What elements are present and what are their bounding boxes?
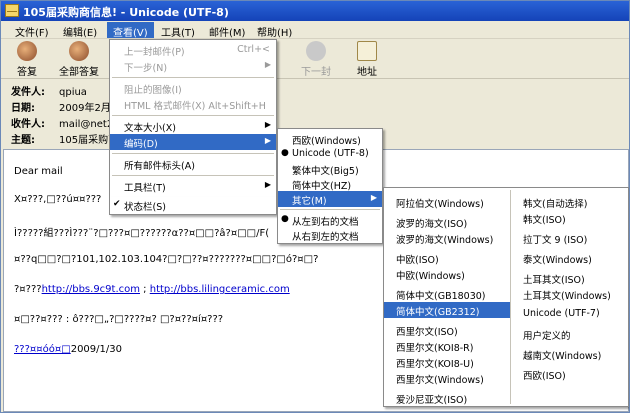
menu-file[interactable]: 文件(F) xyxy=(9,22,55,39)
title-bar: 105届采购商信息! - Unicode (UTF-8) xyxy=(1,1,629,21)
menu-item-encoding-option[interactable]: 中欧(Windows) xyxy=(384,266,510,282)
toolbar: 答复 全部答复 下一封 地址 xyxy=(1,39,629,79)
bullet-icon: ● xyxy=(281,214,289,224)
link-bbs-9c9t[interactable]: http://bbs.9c9t.com xyxy=(42,284,140,295)
reply-icon xyxy=(17,41,37,61)
menu-item-encoding-option[interactable]: 土耳其文(Windows) xyxy=(511,286,629,302)
signature-link[interactable]: ???¤¤óó¤□ xyxy=(14,344,71,355)
body-line: ¤??q□□?□?101,102.103.104?□?□??¤???????¤□… xyxy=(14,254,319,265)
menu-item-encoding-option[interactable]: 西里尔文(Windows) xyxy=(384,370,510,386)
menu-help[interactable]: 帮助(H) xyxy=(251,22,298,39)
submenu-arrow-icon: ▶ xyxy=(264,60,271,69)
menu-item-encoding-option[interactable]: 韩文(自动选择) xyxy=(511,194,629,210)
menu-separator xyxy=(112,175,274,176)
menu-item-unicode-utf8[interactable]: ● Unicode (UTF-8) xyxy=(278,146,382,162)
body-line: Χ¤???,□??ú¤¤??? xyxy=(14,194,102,205)
body-links-line: ?¤???http://bbs.9c9t.com ; http://bbs.li… xyxy=(14,284,290,295)
submenu-arrow-icon: ▶ xyxy=(264,136,271,145)
menu-tools[interactable]: 工具(T) xyxy=(155,22,201,39)
reply-all-label: 全部答复 xyxy=(59,67,99,78)
menu-item-encoding-option[interactable]: 拉丁文 9 (ISO) xyxy=(511,230,629,246)
menu-item-blocked-images[interactable]: 阻止的图像(I) xyxy=(110,80,276,96)
menu-item-other[interactable]: 其它(M) ▶ xyxy=(278,191,382,207)
next-button[interactable]: 下一封 xyxy=(301,41,331,78)
menu-item-encoding-option[interactable]: 波罗的海文(ISO) xyxy=(384,214,510,230)
address-book-icon xyxy=(357,41,377,61)
menu-item-text-size[interactable]: 文本大小(X) ▶ xyxy=(110,118,276,134)
menu-item-encoding-option[interactable]: 阿拉伯文(Windows) xyxy=(384,194,510,210)
menu-item-previous-mail[interactable]: 上一封邮件(P) Ctrl+< xyxy=(110,42,276,58)
submenu-arrow-icon: ▶ xyxy=(370,193,377,202)
to-row: 收件人: mail@net2 xyxy=(11,119,114,130)
menu-item-encoding-option[interactable]: 西里尔文(KOI8-U) xyxy=(384,354,510,370)
menu-item-encoding-option[interactable]: 西里尔文(ISO) xyxy=(384,322,510,338)
menu-item-encoding-option[interactable]: 西里尔文(KOI8-R) xyxy=(384,338,510,354)
link-bbs-lilingceramic[interactable]: http://bbs.lilingceramic.com xyxy=(150,284,290,295)
mail-window: 105届采购商信息! - Unicode (UTF-8) 文件(F) 编辑(E)… xyxy=(0,0,630,413)
menu-item-encoding-option[interactable]: 越南文(Windows) xyxy=(511,346,629,362)
reply-all-button[interactable]: 全部答复 xyxy=(59,41,99,78)
menu-mail[interactable]: 邮件(M) xyxy=(203,22,251,39)
body-line: ¤□??¤??? : ô???□„?□????¤? □?¤??¤í¤??? xyxy=(14,314,224,325)
menu-item-all-headers[interactable]: 所有邮件标头(A) xyxy=(110,156,276,172)
addresses-label: 地址 xyxy=(357,67,377,78)
next-arrow-icon xyxy=(306,41,326,61)
menu-item-encoding-option[interactable]: 泰文(Windows) xyxy=(511,250,629,266)
reply-button[interactable]: 答复 xyxy=(17,41,37,78)
menu-item-html-mail[interactable]: HTML 格式邮件(X) Alt+Shift+H xyxy=(110,96,276,112)
menu-edit[interactable]: 编辑(E) xyxy=(57,22,103,39)
menu-item-encoding-option[interactable]: 西欧(ISO) xyxy=(511,366,629,382)
menu-view[interactable]: 查看(V) xyxy=(107,22,154,39)
menu-item-encoding-option[interactable]: Unicode (UTF-7) xyxy=(511,306,629,322)
window-title: 105届采购商信息! - Unicode (UTF-8) xyxy=(23,6,229,19)
to-value: mail@net2 xyxy=(59,119,114,130)
menu-item-western-windows[interactable]: 西欧(Windows) xyxy=(278,131,382,147)
reply-label: 答复 xyxy=(17,67,37,78)
mail-envelope-icon xyxy=(5,4,19,17)
body-line: Dear mail xyxy=(14,166,63,177)
menu-item-ltr[interactable]: ● 从左到右的文档 xyxy=(278,212,382,228)
view-menu: 上一封邮件(P) Ctrl+< 下一步(N) ▶ 阻止的图像(I) HTML 格式邮… xyxy=(109,39,277,199)
menu-item-encoding-option[interactable]: 简体中文(GB2312) xyxy=(384,302,510,318)
addresses-button[interactable]: 地址 xyxy=(357,41,377,78)
menu-item-encoding-option[interactable]: 土耳其文(ISO) xyxy=(511,270,629,286)
menu-item-encoding-option[interactable]: 爱沙尼亚文(ISO) xyxy=(384,390,510,406)
next-label: 下一封 xyxy=(301,67,331,78)
menu-item-status-bar[interactable]: ✔ 状态栏(S) xyxy=(110,197,276,213)
menu-separator xyxy=(112,115,274,116)
menu-item-encoding-option[interactable]: 简体中文(GB18030) xyxy=(384,286,510,302)
menu-item-hz[interactable]: 简体中文(HZ) xyxy=(278,176,382,192)
menu-bar: 文件(F) 编辑(E) 查看(V) 工具(T) 邮件(M) 帮助(H) xyxy=(1,21,629,39)
date-row: 日期: 2009年2月2 xyxy=(11,103,118,114)
checkmark-icon: ✔ xyxy=(113,199,121,209)
menu-item-encoding-option[interactable]: 用户定义的 xyxy=(511,326,629,342)
other-encodings-menu: 阿拉伯文(Windows) 波罗的海文(ISO) 波罗的海文(Windows) 中欧(… xyxy=(383,187,629,407)
menu-item-encoding[interactable]: 编码(D) ▶ xyxy=(110,134,276,150)
from-value: qpiua xyxy=(59,87,87,98)
submenu-arrow-icon: ▶ xyxy=(264,180,271,189)
menu-item-encoding-option[interactable]: 韩文(ISO) xyxy=(511,210,629,226)
body-line: Ì?????組???Ì???¨?□???¤□??????α??¤□□?â?¤□□… xyxy=(14,228,270,239)
menu-item-encoding-option[interactable]: 波罗的海文(Windows) xyxy=(384,230,510,246)
subject-row: 主题: 105届采购商 xyxy=(11,135,119,146)
submenu-arrow-icon: ▶ xyxy=(264,120,271,129)
menu-separator xyxy=(112,77,274,78)
body-signature-line: ???¤¤óó¤□2009/1/30 xyxy=(14,344,122,355)
menu-item-rtl[interactable]: 从右到左的文档 xyxy=(278,227,382,243)
reply-all-icon xyxy=(69,41,89,61)
encoding-menu: 西欧(Windows) ● Unicode (UTF-8) 繁体中文(Big5) … xyxy=(277,128,383,244)
menu-item-encoding-option[interactable]: 中欧(ISO) xyxy=(384,250,510,266)
menu-item-next-step[interactable]: 下一步(N) ▶ xyxy=(110,58,276,74)
from-row: 发件人: qpiua xyxy=(11,87,87,98)
bullet-icon: ● xyxy=(281,148,289,158)
menu-separator xyxy=(112,153,274,154)
menu-separator xyxy=(280,209,380,210)
view-menu-tail: ✔ 状态栏(S) xyxy=(109,197,277,215)
menu-item-big5[interactable]: 繁体中文(Big5) xyxy=(278,161,382,177)
